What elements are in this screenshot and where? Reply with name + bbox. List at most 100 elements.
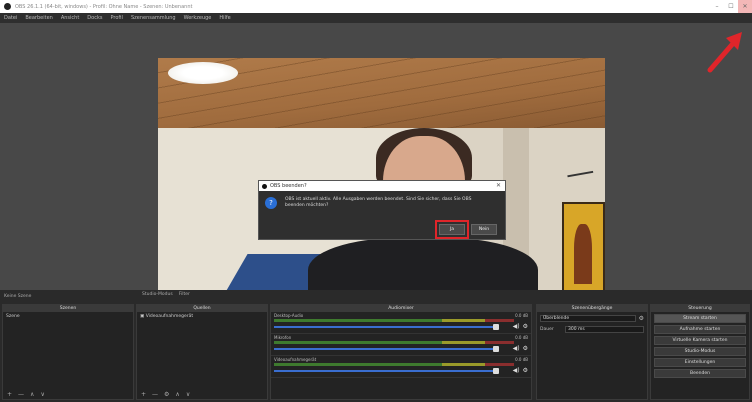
settings-button[interactable]: Einstellungen <box>654 358 746 367</box>
filter-toggle[interactable]: Filter <box>179 292 190 297</box>
menu-item-tools[interactable]: Werkzeuge <box>184 15 212 21</box>
fader-knob[interactable] <box>493 368 499 374</box>
dialog-titlebar: OBS beenden? ✕ <box>259 181 505 191</box>
red-arrow-annotation <box>707 32 742 73</box>
ceiling-lamp <box>168 62 238 84</box>
remove-source-button[interactable]: — <box>152 391 158 398</box>
dock-area: Keine Szene Studio-Modus Filter Szenen S… <box>0 290 752 402</box>
dialog-buttons: Ja Nein <box>435 220 497 239</box>
start-virtual-camera-button[interactable]: Virtuelle Kamera starten <box>654 336 746 345</box>
add-scene-button[interactable]: + <box>7 391 12 398</box>
start-recording-button[interactable]: Aufnahme starten <box>654 325 746 334</box>
window-titlebar: OBS 26.1.1 (64-bit, windows) - Profil: O… <box>0 0 752 13</box>
dialog-close-icon[interactable]: ✕ <box>496 182 501 189</box>
studio-mode-button[interactable]: Studio-Modus <box>654 347 746 356</box>
close-button[interactable]: ✕ <box>738 0 752 13</box>
move-up-button[interactable]: ∧ <box>175 391 179 398</box>
source-item-label: Videoaufnahmegerät <box>145 314 194 319</box>
move-up-button[interactable]: ∧ <box>30 391 34 398</box>
mixer-track: Desktop-Audio 0.0 dB ◀) ⚙ <box>271 312 531 334</box>
volume-fader[interactable] <box>274 370 496 372</box>
obs-logo-icon <box>262 183 267 189</box>
yes-button[interactable]: Ja <box>435 220 469 239</box>
menu-item-edit[interactable]: Bearbeiten <box>25 15 52 21</box>
track-icons: ◀) ⚙ <box>513 345 528 352</box>
volume-fader[interactable] <box>274 348 496 350</box>
menu-item-profile[interactable]: Profil <box>110 15 122 21</box>
transition-type-row: Überblende ⚙ <box>537 314 647 323</box>
scenes-dock-title: Szenen <box>3 305 133 312</box>
transition-type-select[interactable]: Überblende <box>540 315 636 322</box>
start-streaming-button[interactable]: Stream starten <box>654 314 746 323</box>
move-down-button[interactable]: ∨ <box>40 391 44 398</box>
scenes-dock: Szenen Szene + — ∧ ∨ <box>2 304 134 400</box>
track-icons: ◀) ⚙ <box>513 367 528 374</box>
window-controls: – ☐ ✕ <box>710 0 752 13</box>
painting-tree <box>574 224 592 284</box>
exit-dialog: OBS beenden? ✕ ? OBS ist aktuell aktiv. … <box>258 180 506 240</box>
move-down-button[interactable]: ∨ <box>186 391 190 398</box>
source-settings-button[interactable]: ⚙ <box>164 391 169 398</box>
track-name: Mikrofon <box>274 335 292 340</box>
sources-dock: Quellen ▣ Videoaufnahmegerät + — ⚙ ∧ ∨ <box>136 304 268 400</box>
volume-meter <box>274 341 514 344</box>
dialog-message: OBS ist aktuell aktiv. Alle Ausgaben wer… <box>285 197 472 208</box>
remove-scene-button[interactable]: — <box>18 391 24 398</box>
track-name: Videoaufnahmegerät <box>274 357 317 362</box>
track-db: 0.0 dB <box>515 313 528 318</box>
gear-icon[interactable]: ⚙ <box>523 323 528 330</box>
dialog-title: OBS beenden? <box>270 183 307 189</box>
current-scene-label: Keine Szene <box>4 293 32 299</box>
duration-input[interactable]: 300 ms <box>565 326 644 333</box>
volume-fader[interactable] <box>274 326 496 328</box>
mixer-dock: Audiomixer Desktop-Audio 0.0 dB ◀) ⚙ Mik… <box>270 304 532 400</box>
minimize-button[interactable]: – <box>710 0 724 13</box>
add-source-button[interactable]: + <box>141 391 146 398</box>
speaker-icon[interactable]: ◀) <box>513 323 520 330</box>
studio-mode-toggle[interactable]: Studio-Modus <box>142 292 173 297</box>
sources-list: ▣ Videoaufnahmegerät <box>137 312 267 322</box>
transitions-dock-title: Szenenübergänge <box>537 305 647 312</box>
no-button[interactable]: Nein <box>471 224 497 235</box>
painting <box>562 202 605 298</box>
mixer-dock-title: Audiomixer <box>271 305 531 312</box>
camera-icon: ▣ <box>140 314 145 319</box>
preview-area[interactable] <box>0 23 752 309</box>
menu-item-view[interactable]: Ansicht <box>61 15 79 21</box>
transitions-dock: Szenenübergänge Überblende ⚙ Dauer 300 m… <box>536 304 648 400</box>
track-db: 0.0 dB <box>515 357 528 362</box>
sources-dock-title: Quellen <box>137 305 267 312</box>
menu-item-docks[interactable]: Docks <box>87 15 102 21</box>
dialog-body: ? OBS ist aktuell aktiv. Alle Ausgaben w… <box>259 191 505 215</box>
volume-meter <box>274 319 514 322</box>
track-name: Desktop-Audio <box>274 313 304 318</box>
fader-knob[interactable] <box>493 324 499 330</box>
speaker-icon[interactable]: ◀) <box>513 367 520 374</box>
scene-item[interactable]: Szene <box>6 314 130 320</box>
transition-duration-row: Dauer 300 ms <box>537 325 647 334</box>
obs-logo-icon <box>4 3 11 10</box>
source-item[interactable]: ▣ Videoaufnahmegerät <box>140 314 264 320</box>
menu-item-file[interactable]: Datei <box>4 15 17 21</box>
gear-icon[interactable]: ⚙ <box>523 345 528 352</box>
scene-header-controls: Studio-Modus Filter <box>142 292 190 297</box>
gear-icon[interactable]: ⚙ <box>639 315 644 322</box>
menu-item-scene-collection[interactable]: Szenensammlung <box>131 15 176 21</box>
exit-button[interactable]: Beenden <box>654 369 746 378</box>
gear-icon[interactable]: ⚙ <box>523 367 528 374</box>
window-title: OBS 26.1.1 (64-bit, windows) - Profil: O… <box>15 3 193 10</box>
duration-label: Dauer <box>540 327 554 332</box>
track-db: 0.0 dB <box>515 335 528 340</box>
controls-dock-title: Steuerung <box>651 305 749 312</box>
maximize-button[interactable]: ☐ <box>724 0 738 13</box>
mixer-track: Videoaufnahmegerät 0.0 dB ◀) ⚙ <box>271 356 531 378</box>
doorframe <box>503 118 529 258</box>
question-icon: ? <box>265 197 277 209</box>
controls-dock: Steuerung Stream starten Aufnahme starte… <box>650 304 750 400</box>
volume-meter <box>274 363 514 366</box>
mixer-track: Mikrofon 0.0 dB ◀) ⚙ <box>271 334 531 356</box>
menu-item-help[interactable]: Hilfe <box>219 15 230 21</box>
speaker-icon[interactable]: ◀) <box>513 345 520 352</box>
sources-footer: + — ⚙ ∧ ∨ <box>137 390 267 399</box>
fader-knob[interactable] <box>493 346 499 352</box>
